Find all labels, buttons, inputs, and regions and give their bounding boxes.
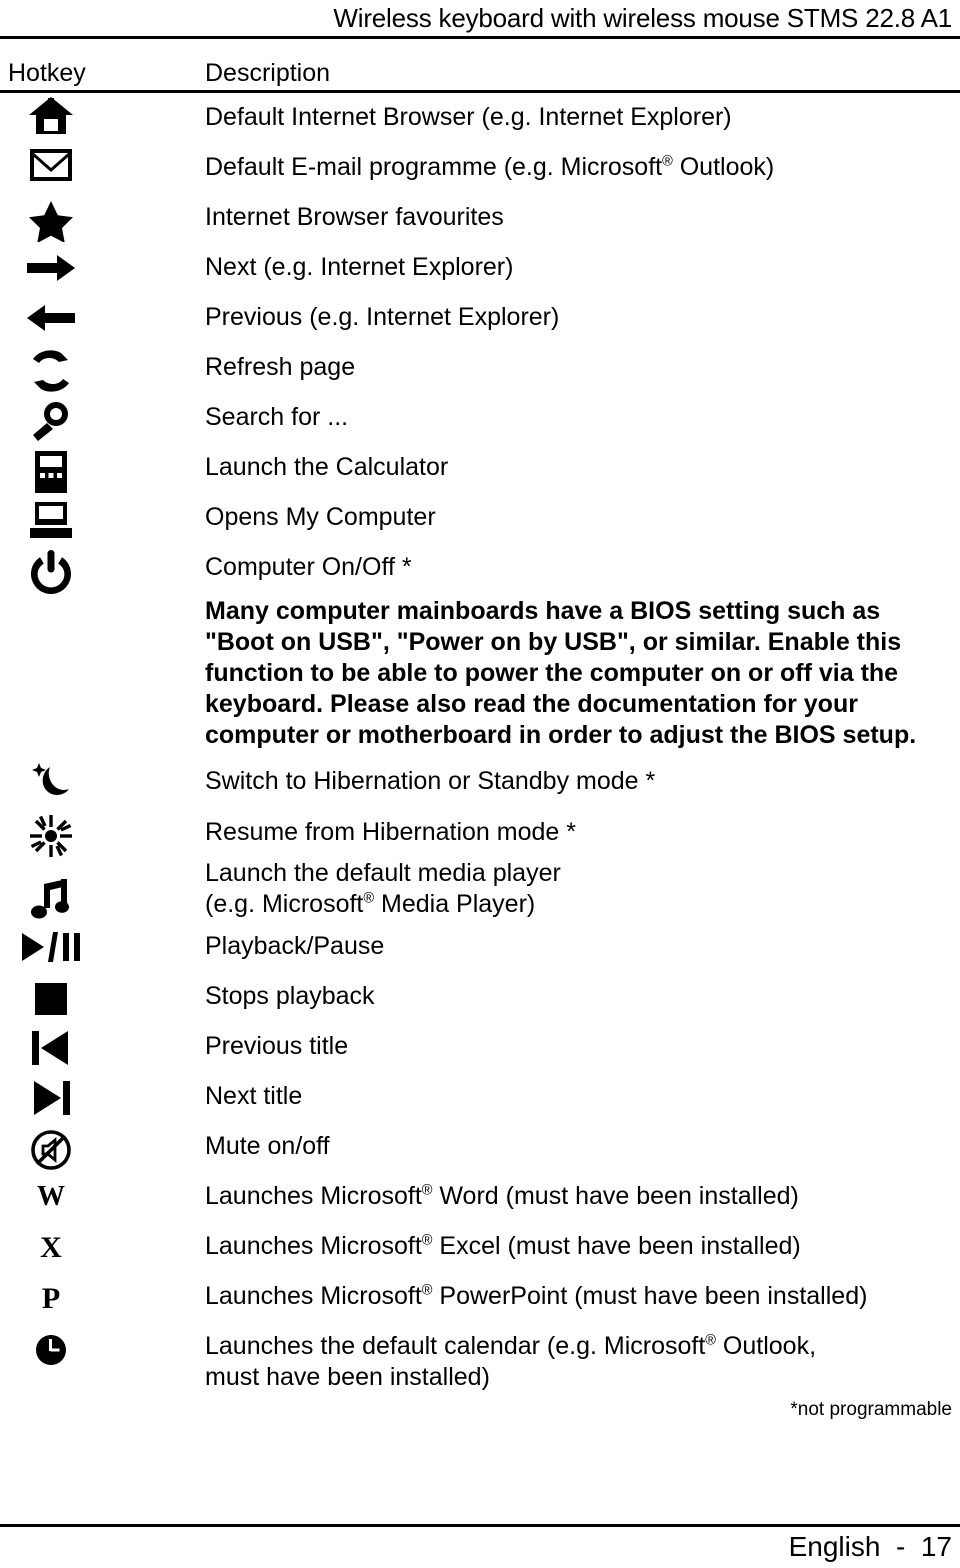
previous-track-icon	[22, 1031, 80, 1065]
arrow-left-icon	[22, 304, 80, 332]
hotkey-description: Stops playback	[205, 982, 375, 1010]
hotkey-description: Previous (e.g. Internet Explorer)	[205, 303, 560, 331]
hotkey-description: Mute on/off	[205, 1132, 330, 1160]
stop-icon	[22, 983, 80, 1015]
footer-rule	[0, 1524, 960, 1527]
hotkey-description: Next title	[205, 1082, 303, 1110]
hotkey-description: Many computer mainboards have a BIOS set…	[205, 597, 917, 749]
column-header-description: Description	[205, 59, 331, 87]
play-pause-icon	[22, 932, 80, 962]
next-track-icon	[22, 1081, 80, 1115]
document-title: Wireless keyboard with wireless mouse ST…	[333, 3, 952, 33]
powerpoint-icon: P	[22, 1282, 80, 1312]
hotkey-description: Launches the default calendar (e.g. Micr…	[205, 1332, 817, 1391]
header-rule-top	[0, 36, 960, 39]
home-icon	[22, 96, 80, 136]
hotkey-description: Next (e.g. Internet Explorer)	[205, 253, 514, 281]
hotkey-description: Launch the default media player (e.g. Mic…	[205, 859, 561, 918]
hotkey-description: Launches Microsoft® Excel (must have bee…	[205, 1232, 801, 1260]
envelope-icon	[22, 148, 80, 182]
refresh-icon	[22, 350, 80, 392]
document-page: Wireless keyboard with wireless mouse ST…	[0, 0, 960, 1568]
calendar-clock-icon	[22, 1333, 80, 1367]
hotkey-description: Switch to Hibernation or Standby mode *	[205, 767, 656, 795]
hotkey-description: Internet Browser favourites	[205, 203, 504, 231]
excel-icon: X	[22, 1232, 80, 1260]
page-footer: English - 17	[788, 1531, 952, 1562]
hotkey-description: Launch the Calculator	[205, 453, 449, 481]
calculator-icon	[22, 450, 80, 494]
computer-icon	[22, 502, 80, 538]
hotkey-description: Playback/Pause	[205, 932, 385, 960]
magnifier-icon	[22, 400, 80, 442]
header-rule-bottom	[0, 90, 960, 93]
hotkey-description: Previous title	[205, 1032, 349, 1060]
hotkey-description: Opens My Computer	[205, 503, 436, 531]
music-note-icon	[22, 878, 80, 922]
arrow-right-icon	[22, 254, 80, 282]
svg-text:P: P	[42, 1282, 60, 1312]
hotkey-description: Resume from Hibernation mode *	[205, 818, 576, 846]
svg-text:W: W	[37, 1182, 65, 1208]
hotkey-description: Computer On/Off *	[205, 553, 412, 581]
word-icon: W	[22, 1182, 80, 1208]
sun-icon	[22, 815, 80, 857]
power-icon	[22, 550, 80, 594]
hotkey-description: Launches Microsoft® PowerPoint (must hav…	[205, 1282, 868, 1310]
moon-icon	[22, 762, 80, 802]
hotkey-description: Search for ...	[205, 403, 349, 431]
star-icon	[22, 200, 80, 242]
hotkey-description: Default Internet Browser (e.g. Internet …	[205, 103, 732, 131]
footnote-not-programmable: *not programmable	[790, 1399, 952, 1420]
column-header-hotkey: Hotkey	[8, 59, 86, 87]
hotkey-description: Default E-mail programme (e.g. Microsoft…	[205, 153, 775, 181]
hotkey-description: Refresh page	[205, 353, 356, 381]
hotkey-description: Launches Microsoft® Word (must have been…	[205, 1182, 799, 1210]
svg-text:X: X	[40, 1232, 62, 1260]
mute-icon	[22, 1130, 80, 1170]
